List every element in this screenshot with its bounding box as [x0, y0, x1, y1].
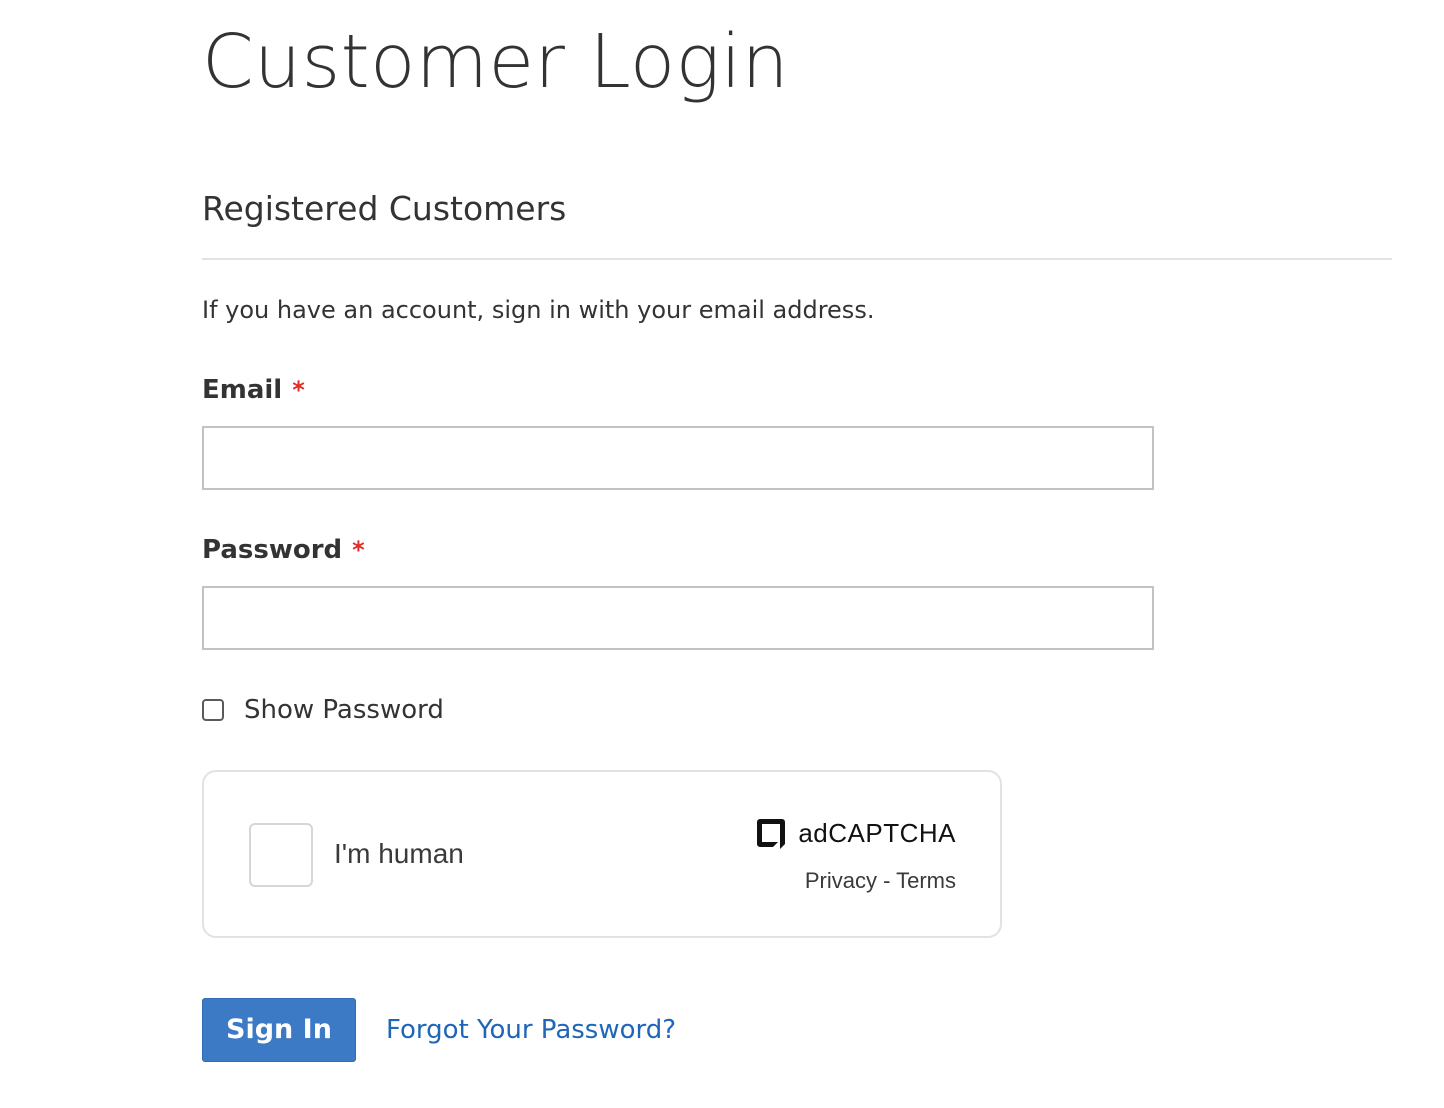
- login-intro-text: If you have an account, sign in with you…: [202, 296, 875, 324]
- sign-in-button[interactable]: Sign In: [202, 998, 356, 1062]
- email-required-mark: *: [292, 376, 305, 404]
- customer-login-page: Customer Login Registered Customers If y…: [0, 0, 1444, 1108]
- captcha-privacy-link[interactable]: Privacy: [805, 868, 877, 893]
- password-label-text: Password: [202, 535, 343, 565]
- captcha-terms-link[interactable]: Terms: [896, 868, 956, 893]
- password-label: Password *: [202, 532, 365, 568]
- show-password-checkbox[interactable]: [202, 699, 224, 721]
- show-password-label[interactable]: Show Password: [244, 692, 444, 728]
- password-input[interactable]: [202, 586, 1154, 650]
- show-password-option[interactable]: Show Password: [202, 692, 444, 728]
- captcha-brand-name: adCAPTCHA: [798, 818, 956, 848]
- section-divider: [202, 258, 1392, 260]
- registered-customers-title: Registered Customers: [202, 189, 567, 228]
- captcha-links-separator: -: [876, 868, 897, 893]
- email-label-text: Email: [202, 375, 283, 405]
- captcha-label: I'm human: [334, 838, 464, 869]
- forgot-password-link[interactable]: Forgot Your Password?: [386, 1012, 676, 1048]
- email-input[interactable]: [202, 426, 1154, 490]
- email-label: Email *: [202, 372, 305, 408]
- page-title: Customer Login: [202, 19, 790, 105]
- captcha-brand: adCAPTCHA: [754, 816, 956, 850]
- captcha-checkbox[interactable]: [249, 823, 313, 887]
- captcha-widget: I'm human adCAPTCHA Privacy - Terms: [202, 770, 1002, 938]
- adcaptcha-logo-icon: [757, 819, 786, 849]
- captcha-links: Privacy - Terms: [805, 866, 956, 896]
- password-required-mark: *: [352, 536, 365, 564]
